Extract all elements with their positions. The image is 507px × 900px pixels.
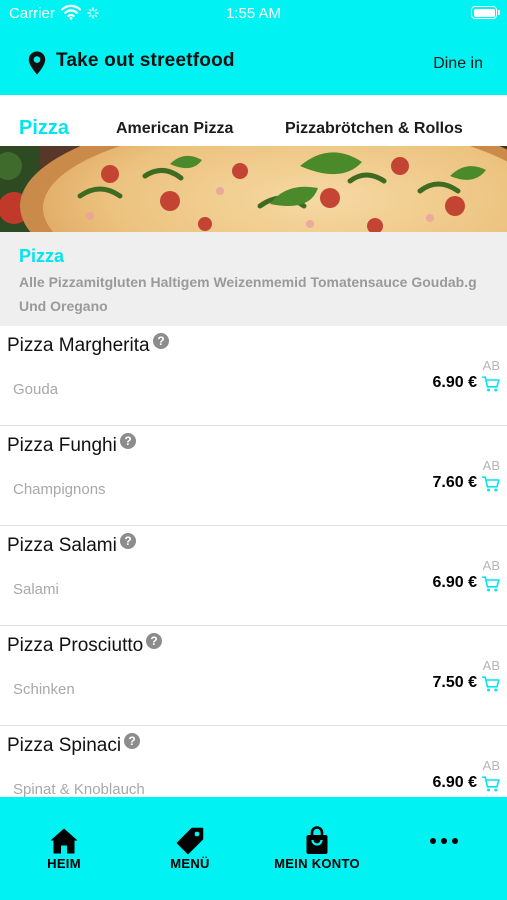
category-info: Pizza Alle Pizzamitgluten Haltigem Weize…: [0, 232, 507, 326]
menu-item-price: 6.90 €: [432, 574, 477, 591]
add-to-cart-icon[interactable]: [482, 676, 500, 697]
info-question-icon[interactable]: ?: [119, 433, 136, 455]
dine-in-toggle[interactable]: Dine in: [433, 55, 483, 73]
menu-item[interactable]: Pizza Funghi? Champignons AB 7.60 €: [0, 426, 507, 526]
menu-item-name: Pizza Prosciutto: [7, 635, 144, 656]
info-question-icon[interactable]: ?: [119, 533, 136, 555]
menu-item[interactable]: Pizza Salami? Salami AB 6.90 €: [0, 526, 507, 626]
tab-pizzabroetchen-rollos[interactable]: Pizzabrötchen & Rollos: [285, 95, 463, 146]
category-description: Alle Pizzamitgluten Haltigem Weizenmemid…: [19, 274, 477, 314]
restaurant-title[interactable]: Take out streetfood: [56, 50, 235, 72]
menu-item-list: Pizza Margherita? Gouda AB 6.90 € Pizza …: [0, 326, 507, 797]
price-prefix: AB: [482, 458, 500, 473]
nav-item-menu[interactable]: MENÜ: [130, 797, 250, 900]
battery-icon: [471, 6, 500, 19]
shopping-bag-icon: [257, 825, 377, 857]
status-time: 1:55 AM: [225, 5, 282, 22]
map-pin-icon[interactable]: [28, 51, 46, 80]
price-prefix: AB: [482, 558, 500, 573]
menu-item-price: 6.90 €: [432, 374, 477, 391]
home-icon: [4, 825, 124, 857]
menu-item-name-row: Pizza Funghi?: [7, 433, 136, 457]
menu-item-description: Gouda: [13, 381, 59, 398]
price-prefix: AB: [482, 658, 500, 673]
menu-item-name-row: Pizza Salami?: [7, 533, 136, 557]
nav-label-account: MEIN KONTO: [274, 856, 360, 871]
nav-label-menu: MENÜ: [170, 856, 210, 871]
svg-text:?: ?: [151, 634, 158, 648]
menu-item-name: Pizza Funghi: [7, 435, 117, 456]
add-to-cart-icon[interactable]: [482, 476, 500, 497]
app-header: Carrier 1:55 AM Take out streetfood Dine…: [0, 0, 507, 95]
status-bar: Carrier 1:55 AM: [0, 0, 507, 28]
add-to-cart-icon[interactable]: [482, 576, 500, 597]
info-question-icon[interactable]: ?: [124, 733, 141, 755]
tab-american-pizza[interactable]: American Pizza: [116, 95, 233, 146]
tab-pizza[interactable]: Pizza: [19, 95, 69, 146]
price-prefix: AB: [482, 358, 500, 373]
menu-item-name-row: Pizza Prosciutto?: [7, 633, 163, 657]
tag-icon: [130, 825, 250, 857]
nav-label-home: HEIM: [47, 856, 81, 871]
price-prefix: AB: [482, 758, 500, 773]
nav-item-home[interactable]: HEIM: [4, 797, 124, 900]
nav-item-account[interactable]: MEIN KONTO: [257, 797, 377, 900]
svg-text:?: ?: [128, 734, 135, 748]
menu-item[interactable]: Pizza Spinaci? Spinat & Knoblauch AB 6.9…: [0, 726, 507, 797]
menu-item-name: Pizza Margherita: [7, 335, 150, 356]
nav-item-more[interactable]: [384, 797, 504, 900]
menu-item-name: Pizza Salami: [7, 535, 117, 556]
menu-item-price: 7.50 €: [432, 674, 477, 691]
category-tabs: Pizza American Pizza Pizzabrötchen & Rol…: [0, 95, 507, 146]
category-hero-image: [0, 146, 507, 232]
menu-item-name-row: Pizza Margherita?: [7, 333, 169, 357]
menu-item-name: Pizza Spinaci: [7, 735, 122, 756]
category-title: Pizza: [19, 246, 65, 266]
bottom-nav-bar: HEIM MENÜ MEIN KONTO: [0, 797, 507, 900]
menu-item-price: 6.90 €: [432, 774, 477, 791]
menu-item-description: Schinken: [13, 681, 75, 698]
menu-item[interactable]: Pizza Prosciutto? Schinken AB 7.50 €: [0, 626, 507, 726]
menu-item-description: Champignons: [13, 481, 106, 498]
menu-item-price: 7.60 €: [432, 474, 477, 491]
menu-item[interactable]: Pizza Margherita? Gouda AB 6.90 €: [0, 326, 507, 426]
svg-text:?: ?: [157, 334, 164, 348]
svg-text:?: ?: [124, 434, 131, 448]
menu-item-name-row: Pizza Spinaci?: [7, 733, 141, 757]
menu-item-description: Spinat & Knoblauch: [13, 781, 145, 797]
add-to-cart-icon[interactable]: [482, 376, 500, 397]
info-question-icon[interactable]: ?: [146, 633, 163, 655]
more-icon: [384, 825, 504, 857]
info-question-icon[interactable]: ?: [152, 333, 169, 355]
menu-item-description: Salami: [13, 581, 59, 598]
add-to-cart-icon[interactable]: [482, 776, 500, 797]
svg-text:?: ?: [124, 534, 131, 548]
